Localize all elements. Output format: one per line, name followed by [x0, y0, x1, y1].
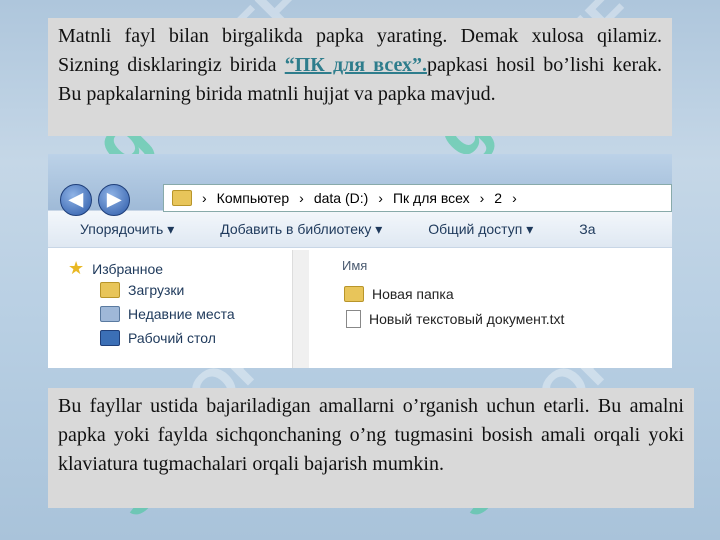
- top-paragraph: Matnli fayl bilan birgalikda papka yarat…: [48, 18, 672, 136]
- toolbar-organize[interactable]: Упорядочить ▾: [80, 221, 174, 238]
- address-bar[interactable]: › Компьютер › data (D:) › Пк для всех › …: [163, 184, 672, 212]
- toolbar-more[interactable]: За: [579, 221, 595, 237]
- file-list: Имя Новая папка Новый текстовый документ…: [310, 250, 672, 368]
- breadcrumb-item[interactable]: 2: [494, 190, 502, 206]
- nav-downloads[interactable]: Загрузки: [100, 282, 184, 298]
- text-document-icon: [346, 310, 361, 328]
- forward-button[interactable]: ▶: [98, 184, 130, 216]
- toolbar-add-to-library[interactable]: Добавить в библиотеку ▾: [220, 221, 382, 238]
- pane-scrollbar[interactable]: [292, 250, 309, 368]
- desktop-icon: [100, 330, 120, 346]
- folder-icon: [172, 190, 192, 206]
- explorer-titlebar: ◀ ▶ › Компьютер › data (D:) › Пк для все…: [48, 154, 672, 216]
- downloads-folder-icon: [100, 282, 120, 298]
- toolbar-share[interactable]: Общий доступ ▾: [428, 221, 533, 238]
- folder-icon: [344, 286, 364, 302]
- column-header-name[interactable]: Имя: [342, 258, 367, 273]
- explorer-screenshot: ◀ ▶ › Компьютер › data (D:) › Пк для все…: [48, 154, 672, 368]
- breadcrumb-item[interactable]: Пк для всех: [393, 190, 470, 206]
- bottom-paragraph: Bu fayllar ustida bajariladigan amallarn…: [48, 388, 694, 508]
- back-button[interactable]: ◀: [60, 184, 92, 216]
- nav-desktop[interactable]: Рабочий стол: [100, 330, 216, 346]
- folder-name-link[interactable]: “ПК для всех”.: [285, 54, 427, 76]
- breadcrumb-item[interactable]: Компьютер: [217, 190, 289, 206]
- star-icon: ★: [68, 258, 85, 278]
- explorer-toolbar: Упорядочить ▾ Добавить в библиотеку ▾ Об…: [48, 210, 672, 248]
- file-item-folder[interactable]: Новая папка: [344, 286, 454, 302]
- nav-favorites[interactable]: ★ Избранное: [68, 258, 163, 279]
- breadcrumb-item[interactable]: data (D:): [314, 190, 368, 206]
- recent-places-icon: [100, 306, 120, 322]
- nav-recent-places[interactable]: Недавние места: [100, 306, 235, 322]
- file-item-text-document[interactable]: Новый текстовый документ.txt: [346, 310, 564, 328]
- navigation-pane: ★ Избранное Загрузки Недавние места Рабо…: [48, 250, 292, 368]
